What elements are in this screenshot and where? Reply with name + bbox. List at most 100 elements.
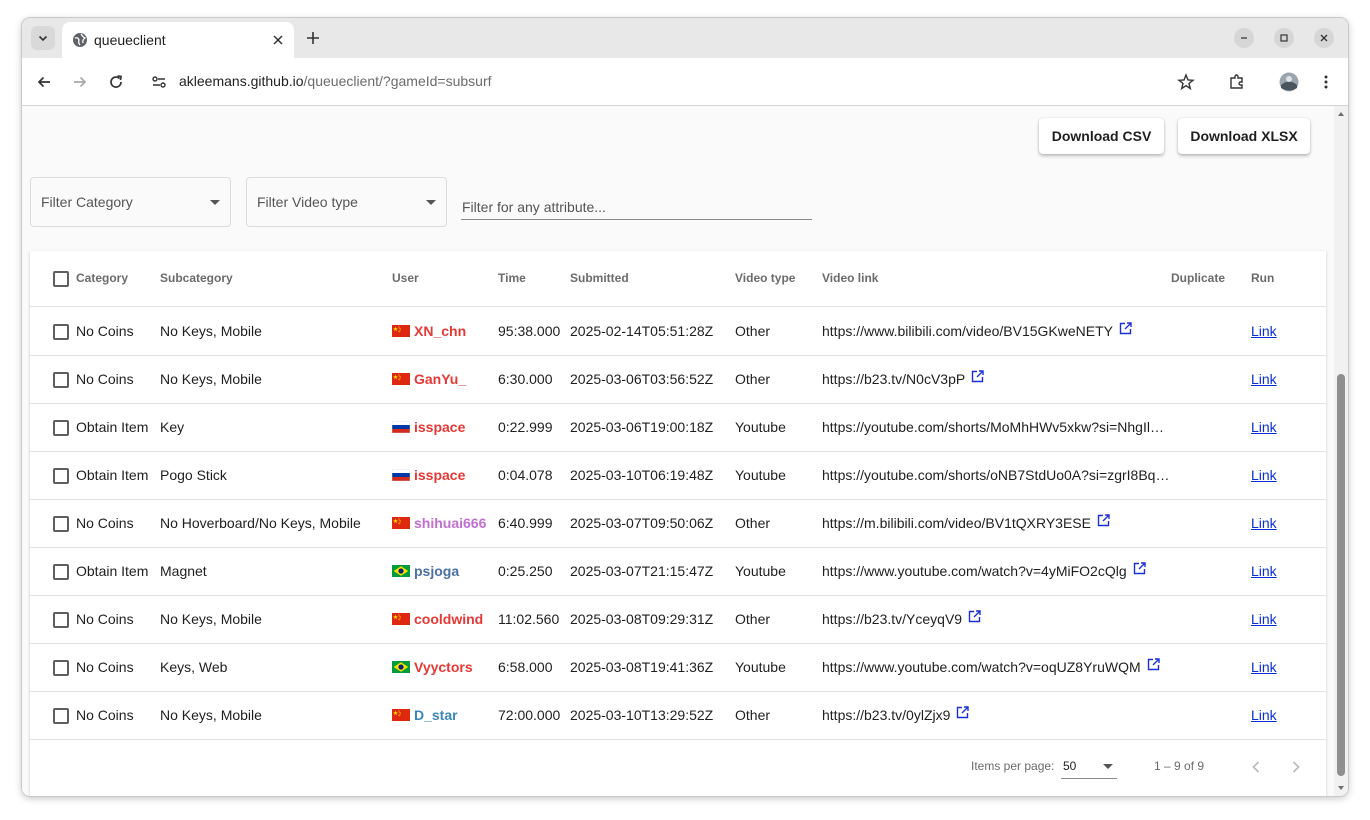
new-tab-icon[interactable]: [304, 29, 322, 47]
video-type-cell: Other: [735, 707, 771, 723]
header-duplicate[interactable]: Duplicate: [1171, 271, 1225, 285]
back-button[interactable]: [34, 72, 54, 92]
site-settings-icon[interactable]: [150, 73, 168, 91]
video-link-cell[interactable]: https://www.bilibili.com/video/BV15GKweN…: [822, 321, 1132, 339]
run-link[interactable]: Link: [1251, 611, 1277, 627]
video-link-text[interactable]: https://b23.tv/0ylZjx9: [822, 707, 950, 723]
minimize-button[interactable]: [1234, 28, 1254, 48]
reload-button[interactable]: [106, 72, 126, 92]
china-flag-icon: [392, 613, 410, 625]
video-link-text[interactable]: https://www.bilibili.com/video/BV15GKweN…: [822, 323, 1113, 339]
row-checkbox[interactable]: [53, 612, 69, 628]
subcategory-cell: Keys, Web: [160, 659, 228, 675]
user-name: GanYu_: [414, 371, 467, 387]
download-csv-button[interactable]: Download CSV: [1039, 118, 1164, 154]
video-link-text[interactable]: https://b23.tv/N0cV3pP: [822, 371, 965, 387]
header-video-link[interactable]: Video link: [822, 271, 878, 285]
header-video-type[interactable]: Video type: [735, 271, 795, 285]
time-cell: 0:22.999: [498, 419, 553, 435]
scrollbar-thumb[interactable]: [1337, 374, 1345, 776]
forward-button[interactable]: [70, 72, 90, 92]
table-row: Obtain Item Magnet psjoga 0:25.250 2025-03-0…: [30, 548, 1326, 596]
browser-menu-button[interactable]: [1316, 72, 1336, 92]
user-cell: isspace: [392, 467, 465, 483]
video-link-cell[interactable]: https://b23.tv/0ylZjx9: [822, 705, 970, 723]
video-link-text[interactable]: https://youtube.com/shorts/MoMhHWv5xkw?s…: [822, 419, 1164, 435]
row-checkbox[interactable]: [53, 372, 69, 388]
previous-page-icon[interactable]: [1246, 757, 1266, 777]
run-link[interactable]: Link: [1251, 515, 1277, 531]
video-link-cell[interactable]: https://m.bilibili.com/video/BV1tQXRY3ES…: [822, 513, 1110, 531]
header-run[interactable]: Run: [1251, 271, 1274, 285]
maximize-button[interactable]: [1274, 28, 1294, 48]
header-user[interactable]: User: [392, 271, 419, 285]
triangle-down-icon: [1338, 786, 1344, 790]
run-link[interactable]: Link: [1251, 323, 1277, 339]
submitted-cell: 2025-03-08T19:41:36Z: [570, 659, 714, 675]
open-in-new-icon[interactable]: [1147, 657, 1160, 671]
china-flag-icon: [392, 517, 410, 529]
video-link-cell[interactable]: https://youtube.com/shorts/MoMhHWv5xkw?s…: [822, 419, 1164, 435]
video-link-text[interactable]: https://b23.tv/YceyqV9: [822, 611, 962, 627]
run-link[interactable]: Link: [1251, 371, 1277, 387]
run-link[interactable]: Link: [1251, 467, 1277, 483]
video-link-text[interactable]: https://www.youtube.com/watch?v=oqUZ8Yru…: [822, 659, 1141, 675]
run-link[interactable]: Link: [1251, 707, 1277, 723]
attribute-filter-input[interactable]: [461, 194, 812, 219]
open-in-new-icon[interactable]: [956, 705, 970, 719]
video-type-filter-select[interactable]: Filter Video type: [246, 177, 447, 227]
extensions-button[interactable]: [1227, 72, 1247, 92]
row-checkbox[interactable]: [53, 420, 69, 436]
next-page-icon[interactable]: [1286, 757, 1306, 777]
run-link[interactable]: Link: [1251, 563, 1277, 579]
video-link-cell[interactable]: https://b23.tv/N0cV3pP: [822, 369, 984, 387]
row-checkbox[interactable]: [53, 516, 69, 532]
browser-tab[interactable]: queueclient: [62, 22, 294, 58]
open-in-new-icon[interactable]: [1097, 513, 1110, 527]
video-link-text[interactable]: https://m.bilibili.com/video/BV1tQXRY3ES…: [822, 515, 1091, 531]
row-checkbox[interactable]: [53, 660, 69, 676]
close-icon[interactable]: [270, 32, 286, 48]
category-filter-select[interactable]: Filter Category: [30, 177, 231, 227]
scroll-up-icon[interactable]: [1337, 110, 1345, 118]
run-link[interactable]: Link: [1251, 419, 1277, 435]
window-close-button[interactable]: [1314, 28, 1334, 48]
subcategory-cell: No Keys, Mobile: [160, 707, 262, 723]
video-link-cell[interactable]: https://www.youtube.com/watch?v=oqUZ8Yru…: [822, 657, 1160, 675]
submitted-cell: 2025-03-07T09:50:06Z: [570, 515, 714, 531]
video-link-cell[interactable]: https://www.youtube.com/watch?v=4yMiFO2c…: [822, 561, 1146, 579]
profile-avatar[interactable]: [1279, 72, 1299, 92]
video-link-text[interactable]: https://www.youtube.com/watch?v=4yMiFO2c…: [822, 563, 1127, 579]
submitted-cell: 2025-03-07T21:15:47Z: [570, 563, 714, 579]
video-link-cell[interactable]: https://b23.tv/YceyqV9: [822, 609, 981, 627]
header-category[interactable]: Category: [76, 271, 128, 285]
video-link-cell[interactable]: https://youtube.com/shorts/oNB7StdUo0A?s…: [822, 467, 1169, 483]
submitted-cell: 2025-03-06T03:56:52Z: [570, 371, 714, 387]
bookmark-button[interactable]: [1176, 72, 1196, 92]
video-type-cell: Youtube: [735, 467, 786, 483]
select-all-checkbox[interactable]: [53, 271, 69, 287]
video-link-text[interactable]: https://youtube.com/shorts/oNB7StdUo0A?s…: [822, 467, 1169, 483]
header-subcategory[interactable]: Subcategory: [160, 271, 233, 285]
scroll-down-icon[interactable]: [1337, 784, 1345, 792]
arrow-right-icon: [74, 76, 87, 88]
header-submitted[interactable]: Submitted: [570, 271, 629, 285]
vertical-scrollbar[interactable]: [1334, 106, 1348, 796]
run-link[interactable]: Link: [1251, 659, 1277, 675]
row-checkbox[interactable]: [53, 708, 69, 724]
tab-search-button[interactable]: [31, 26, 55, 50]
address-bar[interactable]: akleemans.github.io/queueclient/?gameId=…: [140, 64, 1220, 100]
user-cell: Vyyctors: [392, 659, 473, 675]
russia-flag-icon: [392, 421, 410, 433]
table-row: No Coins No Hoverboard/No Keys, Mobile shi…: [30, 500, 1326, 548]
row-checkbox[interactable]: [53, 468, 69, 484]
page-size-select[interactable]: 50: [1061, 753, 1117, 779]
row-checkbox[interactable]: [53, 324, 69, 340]
open-in-new-icon[interactable]: [968, 609, 981, 623]
open-in-new-icon[interactable]: [1133, 561, 1146, 575]
header-time[interactable]: Time: [498, 271, 526, 285]
row-checkbox[interactable]: [53, 564, 69, 580]
open-in-new-icon[interactable]: [1119, 321, 1132, 335]
open-in-new-icon[interactable]: [971, 369, 984, 383]
download-xlsx-button[interactable]: Download XLSX: [1178, 118, 1310, 154]
